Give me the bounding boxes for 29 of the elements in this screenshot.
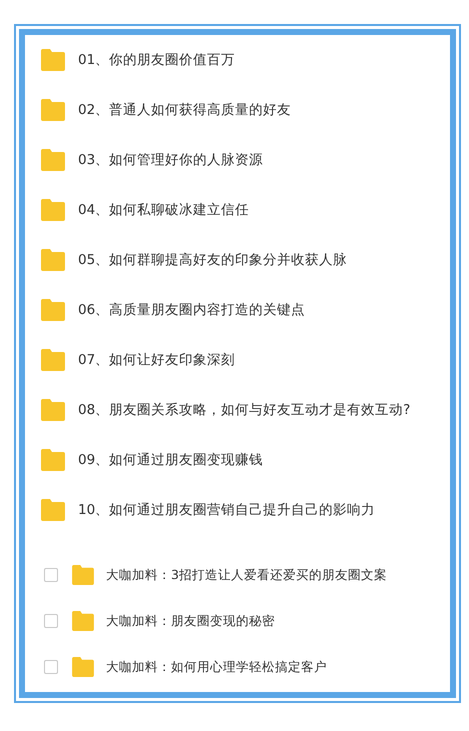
folder-icon bbox=[71, 565, 95, 585]
folder-name[interactable]: 08、朋友圈关系攻略，如何与好友互动才是有效互动? bbox=[78, 401, 410, 419]
folder-icon bbox=[71, 657, 95, 677]
folder-icon bbox=[40, 249, 66, 271]
folder-icon bbox=[40, 99, 66, 121]
folder-name[interactable]: 03、如何管理好你的人脉资源 bbox=[78, 151, 264, 169]
folder-icon bbox=[71, 611, 95, 631]
folder-name[interactable]: 10、如何通过朋友圈营销自己提升自己的影响力 bbox=[78, 501, 376, 519]
folder-name[interactable]: 大咖加料：朋友圈变现的秘密 bbox=[106, 612, 275, 630]
folder-icon bbox=[40, 299, 66, 321]
folder-icon bbox=[40, 349, 66, 371]
checkbox[interactable] bbox=[44, 660, 58, 674]
folder-name[interactable]: 04、如何私聊破冰建立信任 bbox=[78, 201, 250, 219]
folder-name[interactable]: 02、普通人如何获得高质量的好友 bbox=[78, 101, 292, 119]
folder-icon bbox=[40, 499, 66, 521]
folder-icon bbox=[40, 399, 66, 421]
folder-name[interactable]: 大咖加料：如何用心理学轻松搞定客户 bbox=[106, 658, 327, 676]
folder-name[interactable]: 01、你的朋友圈价值百万 bbox=[78, 51, 236, 69]
folder-name[interactable]: 06、高质量朋友圈内容打造的关键点 bbox=[78, 301, 306, 319]
folder-icon bbox=[40, 149, 66, 171]
folder-name[interactable]: 07、如何让好友印象深刻 bbox=[78, 351, 236, 369]
folder-icon bbox=[40, 449, 66, 471]
folder-name[interactable]: 09、如何通过朋友圈变现赚钱 bbox=[78, 451, 264, 469]
checkbox[interactable] bbox=[44, 568, 58, 582]
folder-name[interactable]: 05、如何群聊提高好友的印象分并收获人脉 bbox=[78, 251, 348, 269]
folder-icon bbox=[40, 199, 66, 221]
folder-icon bbox=[40, 49, 66, 71]
checkbox[interactable] bbox=[44, 614, 58, 628]
folder-name[interactable]: 大咖加料：3招打造让人爱看还爱买的朋友圈文案 bbox=[106, 566, 387, 584]
